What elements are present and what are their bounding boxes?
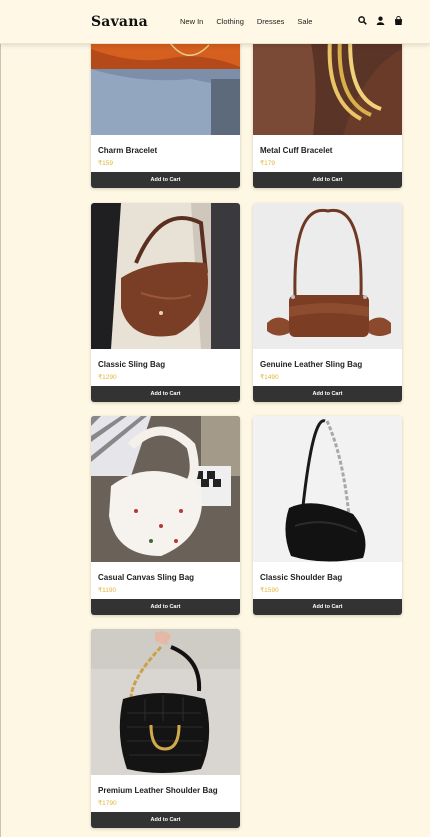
product-image[interactable] bbox=[253, 203, 402, 349]
header-icons bbox=[358, 16, 403, 25]
bag-icon[interactable] bbox=[394, 16, 403, 25]
product-card[interactable]: Casual Canvas Sling Bag ₹1190 Add to Car… bbox=[91, 416, 240, 615]
product-price: ₹1490 bbox=[260, 374, 279, 381]
product-price: ₹179 bbox=[260, 160, 275, 167]
product-name[interactable]: Classic Shoulder Bag bbox=[253, 562, 402, 586]
add-to-cart-button[interactable]: Add to Cart bbox=[253, 599, 402, 615]
add-to-cart-button[interactable]: Add to Cart bbox=[91, 599, 240, 615]
add-to-cart-button[interactable]: Add to Cart bbox=[91, 172, 240, 188]
product-name[interactable]: Casual Canvas Sling Bag bbox=[91, 562, 240, 586]
product-card[interactable]: Premium Leather Shoulder Bag ₹1790 Add t… bbox=[91, 629, 240, 828]
nav-dresses[interactable]: Dresses bbox=[257, 17, 285, 26]
product-name[interactable]: Premium Leather Shoulder Bag bbox=[91, 775, 240, 799]
user-icon[interactable] bbox=[376, 16, 385, 25]
product-price: ₹1790 bbox=[98, 800, 117, 807]
add-to-cart-button[interactable]: Add to Cart bbox=[253, 386, 402, 402]
search-icon[interactable] bbox=[358, 16, 367, 25]
product-image[interactable] bbox=[91, 416, 240, 562]
nav-sale[interactable]: Sale bbox=[297, 17, 312, 26]
site-header: Savana New In Clothing Dresses Sale bbox=[0, 0, 430, 44]
product-image[interactable] bbox=[253, 416, 402, 562]
nav-clothing[interactable]: Clothing bbox=[216, 17, 244, 26]
product-name[interactable]: Genuine Leather Sling Bag bbox=[253, 349, 402, 373]
product-price: ₹159 bbox=[98, 160, 113, 167]
add-to-cart-button[interactable]: Add to Cart bbox=[91, 812, 240, 828]
product-card[interactable]: Classic Shoulder Bag ₹1590 Add to Cart bbox=[253, 416, 402, 615]
nav-new-in[interactable]: New In bbox=[180, 17, 203, 26]
add-to-cart-button[interactable]: Add to Cart bbox=[91, 386, 240, 402]
product-price: ₹1590 bbox=[260, 587, 279, 594]
product-name[interactable]: Charm Bracelet bbox=[91, 135, 240, 159]
add-to-cart-button[interactable]: Add to Cart bbox=[253, 172, 402, 188]
main-nav: New In Clothing Dresses Sale bbox=[180, 17, 325, 26]
window-edge bbox=[0, 0, 1, 837]
site-logo[interactable]: Savana bbox=[91, 14, 148, 30]
product-card[interactable]: Classic Sling Bag ₹1290 Add to Cart bbox=[91, 203, 240, 402]
product-image[interactable] bbox=[91, 203, 240, 349]
product-image[interactable] bbox=[91, 629, 240, 775]
product-name[interactable]: Metal Cuff Bracelet bbox=[253, 135, 402, 159]
product-price: ₹1190 bbox=[98, 587, 117, 594]
product-card[interactable]: Genuine Leather Sling Bag ₹1490 Add to C… bbox=[253, 203, 402, 402]
product-name[interactable]: Classic Sling Bag bbox=[91, 349, 240, 373]
product-price: ₹1290 bbox=[98, 374, 117, 381]
